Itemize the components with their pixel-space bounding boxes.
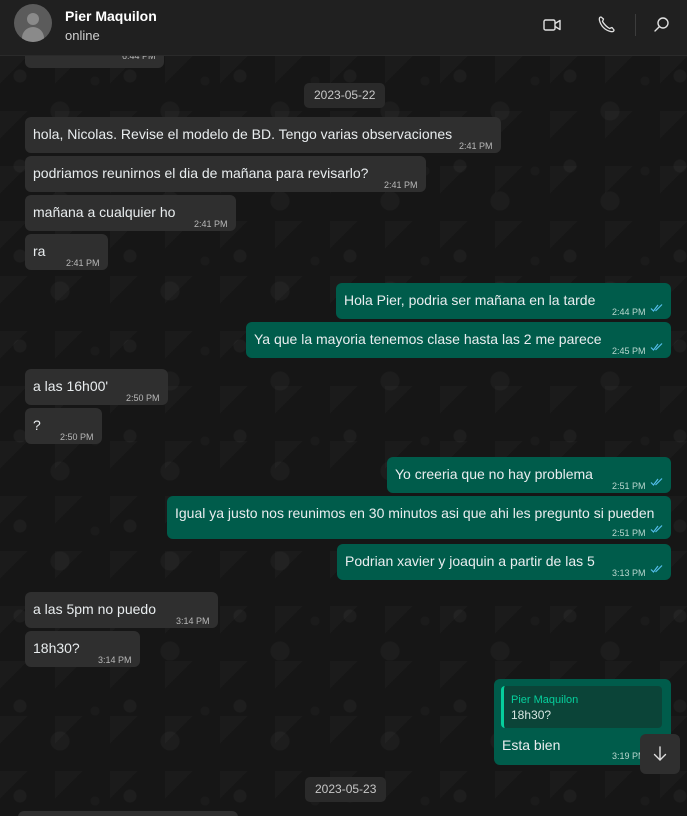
message-text: mañana a cualquier ho [33,204,176,220]
quoted-text: 18h30? [511,708,552,722]
message-text: a las 5pm no puedo [33,601,156,617]
message-bubble-outgoing[interactable]: Yo creeria que no hay problema 2:51 PM [387,457,671,493]
message-bubble-incoming[interactable]: ? 2:50 PM [25,408,102,444]
message-text: 18h30? [33,640,80,656]
avatar-head-shape [27,13,39,25]
message-bubble-incoming[interactable]: podriamos reunirnos el dia de mañana par… [25,156,426,192]
message-bubble-incoming[interactable]: ra 2:41 PM [25,234,108,270]
message-text: Yo creeria que no hay problema [395,466,593,482]
avatar-body-shape [22,27,44,42]
message-bubble-partial[interactable] [18,811,238,816]
message-text: Esta bien [502,737,561,753]
date-separator: 2023-05-23 [305,777,387,802]
message-time: 2:45 PM [612,346,646,356]
header-divider [635,14,636,36]
message-bubble-incoming[interactable]: a las 5pm no puedo 3:14 PM [25,592,218,628]
message-bubble-incoming[interactable]: 18h30? 3:14 PM [25,631,140,667]
chat-header: Pier Maquilon online [0,0,687,56]
message-text: podriamos reunirnos el dia de mañana par… [33,165,369,181]
read-ticks-icon [650,525,663,533]
voice-call-icon[interactable] [595,14,617,36]
message-bubble-outgoing[interactable]: Ya que la mayoria tenemos clase hasta la… [246,322,671,358]
search-icon[interactable] [651,14,673,36]
message-text: ra [33,243,46,259]
chat-area[interactable]: 6:44 PM 2023-05-22 hola, Nicolas. Revise… [0,56,687,816]
message-bubble-incoming[interactable]: mañana a cualquier ho 2:41 PM [25,195,236,231]
read-ticks-icon [650,304,663,312]
message-text: a las 16h00' [33,378,109,394]
message-text: Hola Pier, podria ser mañana en la tarde [344,292,596,308]
message-bubble-partial[interactable]: 6:44 PM [25,56,164,68]
read-ticks-icon [650,565,663,573]
date-separator: 2023-05-22 [304,83,386,108]
message-time: 3:14 PM [98,655,132,665]
message-bubble-outgoing[interactable]: Igual ya justo nos reunimos en 30 minuto… [167,496,671,539]
read-ticks-icon [650,343,663,351]
avatar[interactable] [14,4,52,42]
message-time: 2:51 PM [612,481,646,491]
message-text: ? [33,417,41,433]
message-bubble-incoming[interactable]: a las 16h00' 2:50 PM [25,369,168,405]
scroll-to-bottom-button[interactable] [640,734,680,774]
message-time: 6:44 PM [122,56,156,61]
message-time: 2:41 PM [384,180,418,190]
read-ticks-icon [650,478,663,486]
message-time: 2:44 PM [612,307,646,317]
video-call-icon[interactable] [541,14,563,36]
message-time: 2:41 PM [66,258,100,268]
message-time: 2:51 PM [612,528,646,538]
message-time: 3:14 PM [176,616,210,626]
message-time: 2:41 PM [459,141,493,151]
arrow-down-icon [653,746,667,761]
message-time: 2:50 PM [60,432,94,442]
message-text: hola, Nicolas. Revise el modelo de BD. T… [33,126,453,142]
quoted-message[interactable]: Pier Maquilon 18h30? [501,686,662,728]
message-text: Igual ya justo nos reunimos en 30 minuto… [175,505,655,521]
contact-name[interactable]: Pier Maquilon [65,8,157,24]
message-bubble-outgoing[interactable]: Podrian xavier y joaquin a partir de las… [337,544,671,580]
message-text: Podrian xavier y joaquin a partir de las… [345,553,595,569]
message-time: 2:50 PM [126,393,160,403]
message-bubble-outgoing[interactable]: Hola Pier, podria ser mañana en la tarde… [336,283,671,319]
contact-status: online [65,28,100,43]
message-bubble-incoming[interactable]: hola, Nicolas. Revise el modelo de BD. T… [25,117,501,153]
message-time: 3:13 PM [612,568,646,578]
message-time: 2:41 PM [194,219,228,229]
message-text: Ya que la mayoria tenemos clase hasta la… [254,331,602,347]
